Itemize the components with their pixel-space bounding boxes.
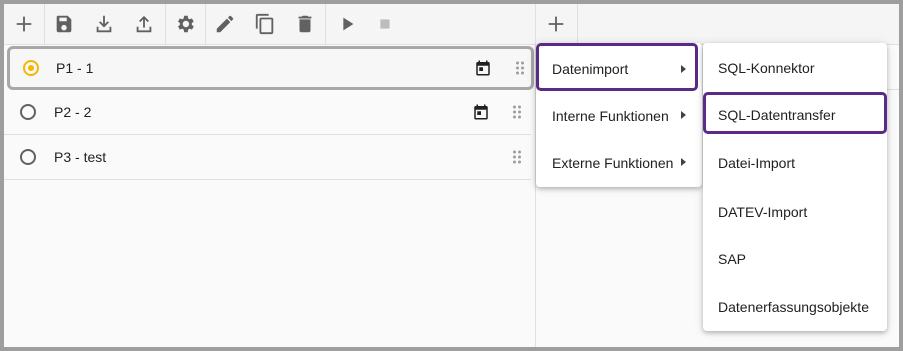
context-menu: Datenimport Interne Funktionen Externe F… xyxy=(536,43,702,187)
menu-item-label: Datei-Import xyxy=(718,155,796,171)
stop-icon xyxy=(380,19,390,29)
menu-item-label: Interne Funktionen xyxy=(552,108,669,124)
process-row[interactable]: P2 - 2 xyxy=(4,90,531,135)
drag-handle-icon[interactable] xyxy=(512,150,522,164)
menu-item-label: SQL-Datentransfer xyxy=(718,107,836,123)
datenimport-submenu: SQL-Konnektor SQL-Datentransfer Datei-Im… xyxy=(703,43,887,331)
submenu-item-sql-konnektor[interactable]: SQL-Konnektor xyxy=(703,43,887,91)
submenu-item-datev-import[interactable]: DATEV-Import xyxy=(703,187,887,235)
menu-item-externe-funktionen[interactable]: Externe Funktionen xyxy=(536,139,702,187)
process-row[interactable]: P3 - test xyxy=(4,135,531,180)
radio-selected-icon[interactable] xyxy=(23,60,39,76)
add-step-button[interactable] xyxy=(536,4,576,44)
run-button[interactable] xyxy=(327,4,367,44)
radio-icon[interactable] xyxy=(20,104,36,120)
download-icon xyxy=(96,15,112,33)
menu-item-label: DATEV-Import xyxy=(718,204,808,220)
play-icon xyxy=(343,17,354,31)
radio-icon[interactable] xyxy=(20,149,36,165)
save-icon xyxy=(56,15,72,33)
chevron-right-icon xyxy=(681,65,686,73)
process-row[interactable]: P1 - 1 xyxy=(7,46,534,90)
chevron-right-icon xyxy=(681,158,686,166)
calendar-icon[interactable] xyxy=(472,103,490,121)
process-label: P3 - test xyxy=(54,149,107,165)
drag-handle-icon[interactable] xyxy=(515,61,525,75)
settings-button[interactable] xyxy=(165,4,205,44)
process-label: P1 - 1 xyxy=(56,60,94,76)
process-list-panel: P1 - 1 P2 - 2 P3 - test xyxy=(4,4,536,347)
chevron-right-icon xyxy=(681,111,686,119)
submenu-item-datenerfassungsobjekte[interactable]: Datenerfassungsobjekte xyxy=(703,283,887,331)
download-button[interactable] xyxy=(84,4,124,44)
menu-item-label: Externe Funktionen xyxy=(552,155,674,171)
calendar-icon[interactable] xyxy=(474,59,492,77)
menu-item-label: Datenimport xyxy=(552,61,629,77)
process-label: P2 - 2 xyxy=(54,104,92,120)
menu-item-interne-funktionen[interactable]: Interne Funktionen xyxy=(536,91,702,139)
menu-item-label: Datenerfassungsobjekte xyxy=(718,299,869,315)
menu-item-label: SAP xyxy=(718,251,747,267)
add-icon xyxy=(16,16,32,32)
drag-handle-icon[interactable] xyxy=(512,105,522,119)
step-toolbar xyxy=(536,4,899,45)
submenu-item-sql-datentransfer[interactable]: SQL-Datentransfer xyxy=(703,92,887,134)
upload-button[interactable] xyxy=(124,4,164,44)
edit-button[interactable] xyxy=(205,4,245,44)
process-toolbar xyxy=(4,4,535,45)
stop-button[interactable] xyxy=(365,4,405,44)
save-button[interactable] xyxy=(44,4,84,44)
add-icon xyxy=(548,16,564,32)
delete-icon xyxy=(298,15,312,33)
add-button[interactable] xyxy=(4,4,44,44)
menu-item-datenimport[interactable]: Datenimport xyxy=(536,43,698,91)
copy-button[interactable] xyxy=(245,4,285,44)
settings-icon xyxy=(178,15,194,33)
copy-icon xyxy=(255,13,274,35)
menu-item-label: SQL-Konnektor xyxy=(718,60,815,76)
submenu-item-datei-import[interactable]: Datei-Import xyxy=(703,139,887,187)
upload-icon xyxy=(136,15,152,33)
edit-icon xyxy=(216,15,234,33)
delete-button[interactable] xyxy=(285,4,325,44)
submenu-item-sap[interactable]: SAP xyxy=(703,235,887,283)
